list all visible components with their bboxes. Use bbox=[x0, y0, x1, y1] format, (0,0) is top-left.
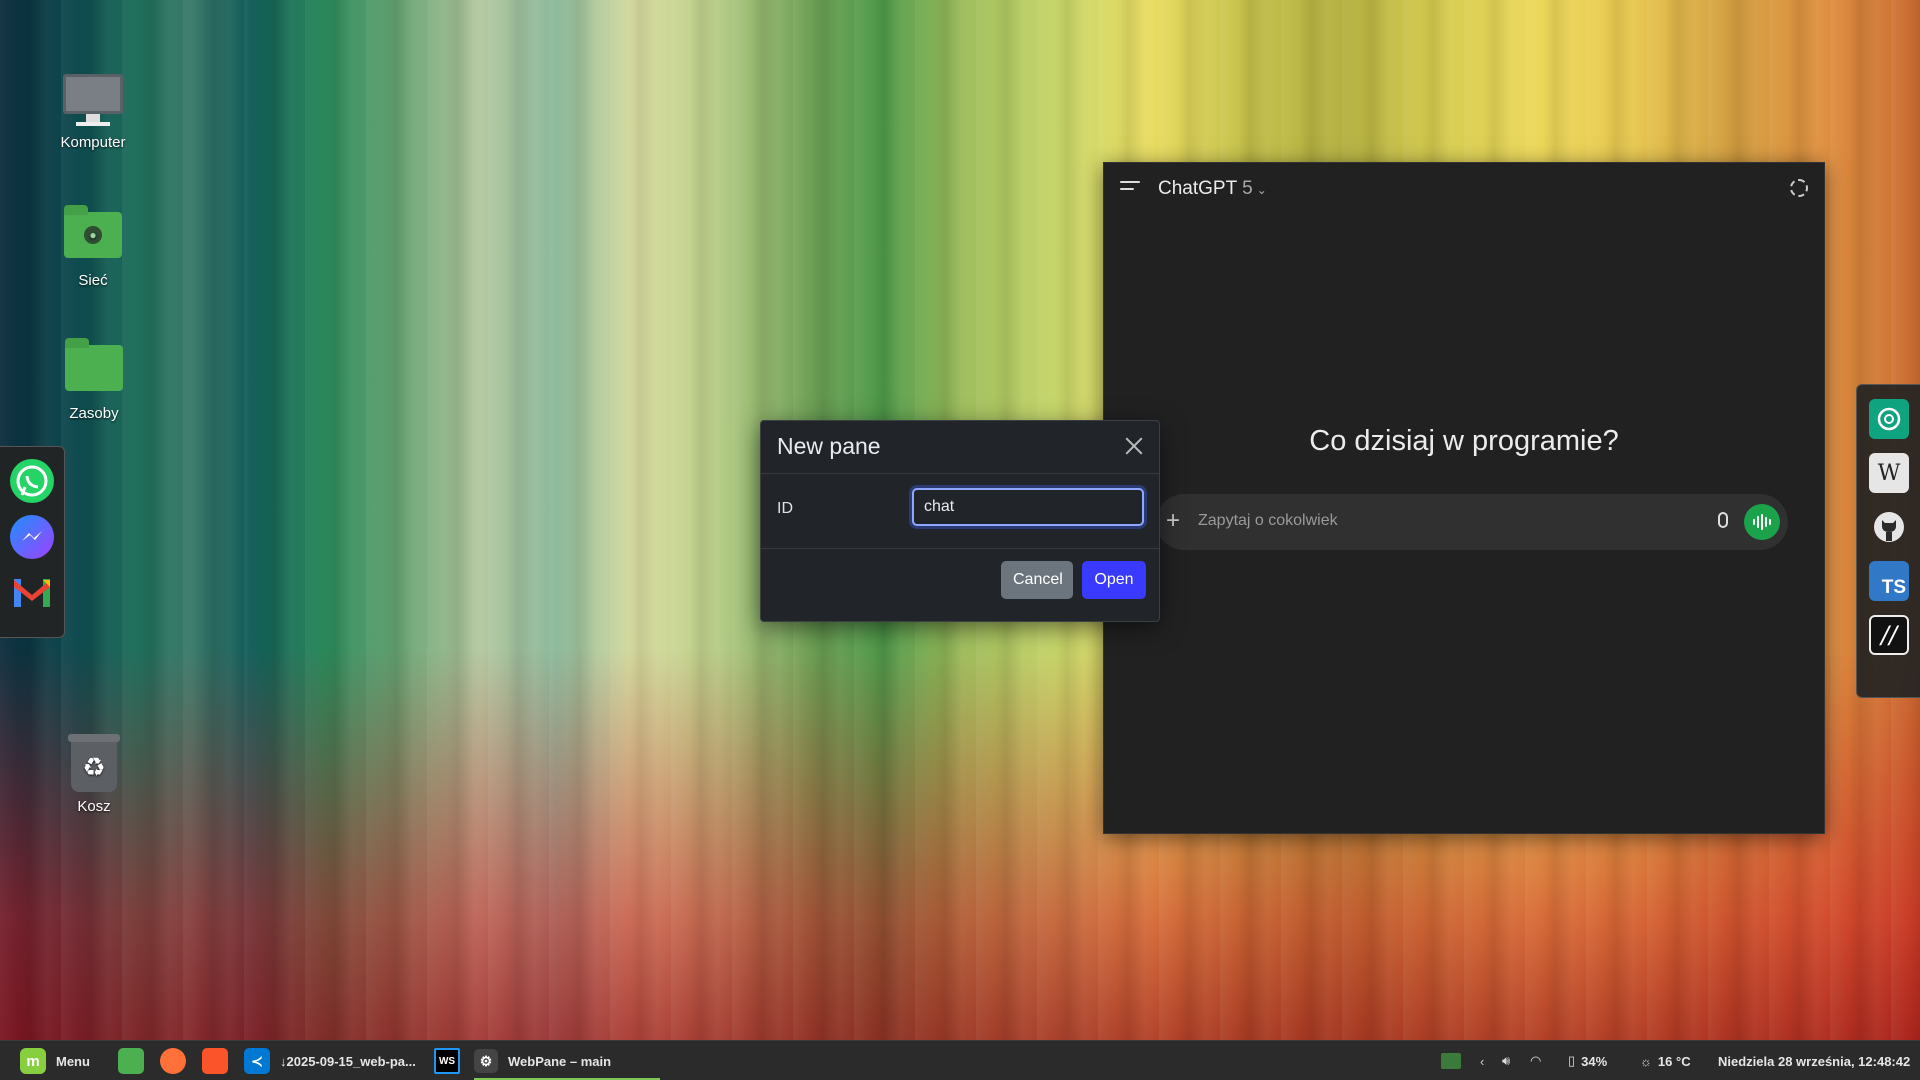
battery-level: 34% bbox=[1581, 1053, 1608, 1069]
brave-launcher[interactable] bbox=[202, 1041, 228, 1080]
taskbar-window-download[interactable]: ↓2025-09-15_web-pa... bbox=[280, 1041, 416, 1080]
weather-tray[interactable]: ☼ 16 °C bbox=[1640, 1041, 1691, 1080]
desktop: Komputer ● Sieć Zasoby ♻ Kosz W TS // Ch… bbox=[0, 0, 1920, 1080]
voice-mode-button[interactable] bbox=[1744, 504, 1780, 540]
desktop-icon-network[interactable]: ● Sieć bbox=[38, 205, 148, 289]
desktop-icon-resources[interactable]: Zasoby bbox=[39, 338, 149, 422]
dialog-header: New pane bbox=[761, 421, 1159, 474]
id-label: ID bbox=[777, 500, 793, 517]
desktop-icon-label: Zasoby bbox=[69, 405, 119, 422]
chatgpt-icon[interactable] bbox=[1869, 399, 1909, 439]
chevron-left-icon: ‹ bbox=[1480, 1053, 1485, 1069]
battery-tray[interactable]: ▯ 34% bbox=[1568, 1041, 1607, 1080]
taskbar: m Menu ≺ ↓2025-09-15_web-pa... WS ⚙ WebP… bbox=[0, 1040, 1920, 1080]
volume-tray[interactable]: 🔊︎ bbox=[1502, 1041, 1510, 1080]
update-shield-icon bbox=[1441, 1053, 1461, 1069]
webstorm-launcher[interactable]: WS bbox=[434, 1041, 460, 1080]
firefox-icon bbox=[160, 1048, 186, 1074]
desktop-icon-trash[interactable]: ♻ Kosz bbox=[39, 734, 149, 815]
desktop-icon-label: Sieć bbox=[78, 272, 108, 289]
download-window-title: ↓2025-09-15_web-pa... bbox=[280, 1053, 416, 1069]
firefox-launcher[interactable] bbox=[160, 1041, 186, 1080]
model-version: 5 bbox=[1242, 178, 1253, 199]
brave-icon bbox=[202, 1048, 228, 1074]
clock-tray[interactable]: Niedziela 28 września, 12:48:42 bbox=[1718, 1041, 1910, 1080]
folder-icon bbox=[118, 1048, 144, 1074]
microphone-icon[interactable] bbox=[1718, 512, 1728, 528]
chat-composer[interactable]: + Zapytaj o cokolwiek bbox=[1156, 494, 1788, 550]
menu-label: Menu bbox=[56, 1053, 90, 1069]
folder-icon bbox=[62, 338, 126, 401]
open-button[interactable]: Open bbox=[1082, 561, 1146, 599]
id-input[interactable] bbox=[912, 488, 1144, 526]
chat-title: ChatGPT bbox=[1158, 178, 1237, 199]
files-launcher[interactable] bbox=[118, 1041, 144, 1080]
dialog-body: ID bbox=[761, 474, 1159, 549]
chat-header: ChatGPT 5 ⌄ bbox=[1104, 163, 1824, 215]
temporary-chat-icon[interactable] bbox=[1790, 179, 1808, 197]
whatsapp-icon[interactable] bbox=[10, 459, 54, 503]
mint-logo-icon: m bbox=[20, 1048, 46, 1074]
wifi-icon: ◠ bbox=[1530, 1053, 1542, 1068]
trash-icon: ♻ bbox=[62, 734, 126, 794]
webstorm-icon: WS bbox=[434, 1048, 460, 1074]
weather-temperature: 16 °C bbox=[1657, 1053, 1691, 1069]
close-icon[interactable] bbox=[1123, 435, 1145, 457]
new-pane-dialog: New pane ID Cancel Open bbox=[760, 420, 1160, 622]
cancel-button[interactable]: Cancel bbox=[1001, 561, 1073, 599]
menu-icon[interactable] bbox=[1120, 181, 1140, 197]
webpane-window-title: WebPane – main bbox=[508, 1053, 612, 1069]
chevron-down-icon: ⌄ bbox=[1256, 183, 1267, 197]
dialog-title: New pane bbox=[777, 433, 881, 459]
sun-icon: ☼ bbox=[1640, 1053, 1652, 1069]
typescript-glyph: TS bbox=[1881, 577, 1906, 598]
dialog-footer: Cancel Open bbox=[761, 549, 1159, 621]
webpane-glyph: // bbox=[1880, 621, 1898, 649]
webstorm-glyph: WS bbox=[438, 1055, 456, 1067]
webpane-icon[interactable]: // bbox=[1869, 615, 1909, 655]
computer-icon bbox=[61, 74, 125, 130]
github-icon[interactable] bbox=[1869, 507, 1909, 547]
wifi-tray[interactable]: ◠ bbox=[1530, 1041, 1541, 1080]
chat-heading: Co dzisiaj w programie? bbox=[1309, 425, 1619, 457]
taskbar-window-webpane[interactable]: ⚙ WebPane – main bbox=[474, 1041, 660, 1080]
menu-button[interactable]: m Menu bbox=[20, 1041, 90, 1080]
gear-icon: ⚙ bbox=[474, 1049, 498, 1073]
messenger-icon[interactable] bbox=[10, 515, 54, 559]
right-dock: W TS // bbox=[1856, 384, 1920, 698]
desktop-icon-computer[interactable]: Komputer bbox=[38, 74, 148, 151]
tray-expand[interactable]: ‹ bbox=[1480, 1041, 1484, 1080]
vscode-launcher[interactable]: ≺ bbox=[244, 1041, 270, 1080]
left-dock bbox=[0, 446, 65, 638]
volume-icon: 🔊︎ bbox=[1502, 1053, 1511, 1068]
composer-placeholder[interactable]: Zapytaj o cokolwiek bbox=[1198, 512, 1338, 530]
plus-icon[interactable]: + bbox=[1166, 508, 1180, 534]
battery-icon: ▯ bbox=[1568, 1053, 1576, 1068]
model-selector[interactable]: ChatGPT 5 ⌄ bbox=[1158, 178, 1267, 200]
network-folder-icon: ● bbox=[61, 205, 125, 268]
typescript-icon[interactable]: TS bbox=[1869, 561, 1909, 601]
wikipedia-glyph: W bbox=[1877, 460, 1901, 486]
update-manager-tray[interactable] bbox=[1441, 1041, 1461, 1080]
wikipedia-icon[interactable]: W bbox=[1869, 453, 1909, 493]
vscode-icon: ≺ bbox=[244, 1048, 270, 1074]
gmail-icon[interactable] bbox=[10, 571, 54, 615]
desktop-icon-label: Komputer bbox=[60, 134, 126, 151]
desktop-icon-label: Kosz bbox=[77, 798, 111, 815]
clock-datetime: Niedziela 28 września, 12:48:42 bbox=[1718, 1053, 1911, 1069]
chatgpt-window: ChatGPT 5 ⌄ Co dzisiaj w programie? + Zap… bbox=[1103, 162, 1825, 834]
